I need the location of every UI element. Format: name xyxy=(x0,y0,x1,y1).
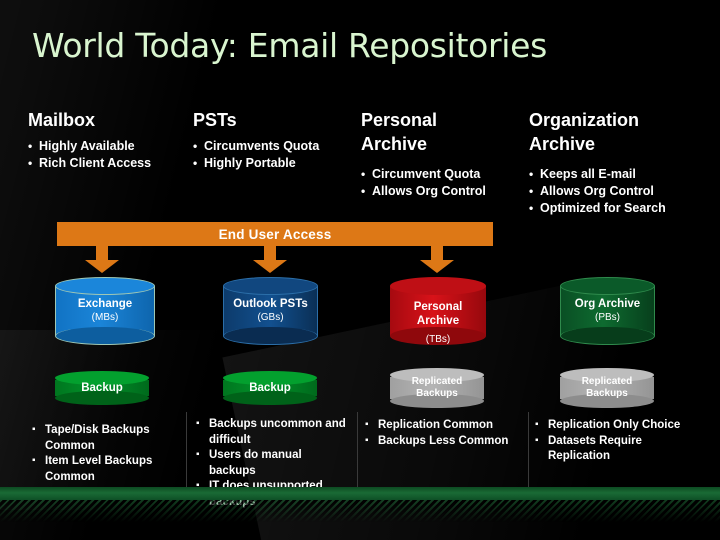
note-item: Replication Only Choice xyxy=(535,417,700,434)
heading-line-2: Archive xyxy=(361,134,428,154)
notes-list-personal-archive: Replication Common Backups Less Common xyxy=(365,417,523,450)
storage-cylinder-exchange-backup: Backup xyxy=(55,371,149,405)
storage-name-line-2: Backups xyxy=(416,388,458,399)
end-user-access-banner: End User Access xyxy=(57,222,493,246)
heading-line-1: Organization xyxy=(529,110,640,130)
repository-unit: (GBs) xyxy=(257,312,284,323)
column-heading-psts: PSTs xyxy=(193,110,237,130)
repository-cylinder-outlook-psts: Outlook PSTs (GBs) xyxy=(223,277,318,345)
repository-cylinder-org-archive: Org Archive (PBs) xyxy=(560,277,655,345)
repository-name: Org Archive xyxy=(574,298,641,310)
arrow-down-icon-exchange xyxy=(85,245,119,273)
note-item: Backups Less Common xyxy=(365,433,523,450)
slide-canvas: World Today: Email Repositories Mailbox … xyxy=(0,0,720,540)
column-heading-mailbox: Mailbox xyxy=(28,110,96,130)
slide-title: World Today: Email Repositories xyxy=(32,26,548,65)
bullet-item: Circumvents Quota xyxy=(191,138,319,155)
note-item: Datasets Require Replication xyxy=(535,433,700,465)
note-item: Users do manual backups xyxy=(196,447,351,479)
bullet-item: Allows Org Control xyxy=(359,183,486,200)
notes-list-org-archive: Replication Only Choice Datasets Require… xyxy=(535,417,700,465)
bullet-item: Allows Org Control xyxy=(527,183,666,200)
bullet-item: Optimized for Search xyxy=(527,200,666,217)
note-item: Item Level Backups Common xyxy=(32,453,180,485)
bullet-item: Highly Available xyxy=(26,138,151,155)
storage-name-line-2: Backups xyxy=(586,388,628,399)
note-item: Replication Common xyxy=(365,417,523,434)
note-item: Tape/Disk Backups Common xyxy=(32,422,180,454)
column-bullets-mailbox: Highly Available Rich Client Access xyxy=(26,138,151,172)
bullet-item: Circumvent Quota xyxy=(359,166,486,183)
arrow-down-icon-psts xyxy=(253,245,287,273)
repository-name-line-2: Archive xyxy=(416,315,460,327)
arrow-down-icon-personal-archive xyxy=(420,245,454,273)
repository-cylinder-personal-archive: Personal Archive xyxy=(390,277,486,345)
repository-name: Outlook PSTs xyxy=(233,298,308,310)
column-heading-organization-archive: Organization Archive xyxy=(529,108,639,156)
bullet-item: Highly Portable xyxy=(191,155,319,172)
heading-line-2: Archive xyxy=(529,134,596,154)
repository-unit: (PBs) xyxy=(595,312,620,323)
column-bullets-personal-archive: Circumvent Quota Allows Org Control xyxy=(359,166,486,200)
bullet-item: Keeps all E-mail xyxy=(527,166,666,183)
note-item: Backups uncommon and difficult xyxy=(196,416,351,448)
storage-name: Backup xyxy=(249,382,291,394)
bullet-item: Rich Client Access xyxy=(26,155,151,172)
repository-cylinder-exchange: Exchange (MBs) xyxy=(55,277,155,345)
heading-line-1: Personal xyxy=(361,110,438,130)
footer-green-band xyxy=(0,487,720,500)
column-bullets-organization-archive: Keeps all E-mail Allows Org Control Opti… xyxy=(527,166,666,217)
banner-label: End User Access xyxy=(218,226,332,242)
notes-list-exchange: Tape/Disk Backups Common Item Level Back… xyxy=(32,422,180,485)
repository-name-line-1: Personal xyxy=(413,301,463,313)
repository-name: Exchange xyxy=(77,298,133,310)
repository-unit: (MBs) xyxy=(91,312,119,323)
storage-cylinder-org-archive-replicated: Replicated Backups xyxy=(560,368,654,408)
storage-name-line-1: Replicated xyxy=(411,376,463,387)
storage-name-line-1: Replicated xyxy=(581,376,633,387)
storage-cylinder-personal-archive-replicated: Replicated Backups xyxy=(390,368,484,408)
column-heading-personal-archive: Personal Archive xyxy=(361,108,437,156)
footer-green-hatch xyxy=(0,500,720,522)
storage-cylinder-psts-backup: Backup xyxy=(223,371,317,405)
storage-name: Backup xyxy=(81,382,123,394)
column-bullets-psts: Circumvents Quota Highly Portable xyxy=(191,138,319,172)
